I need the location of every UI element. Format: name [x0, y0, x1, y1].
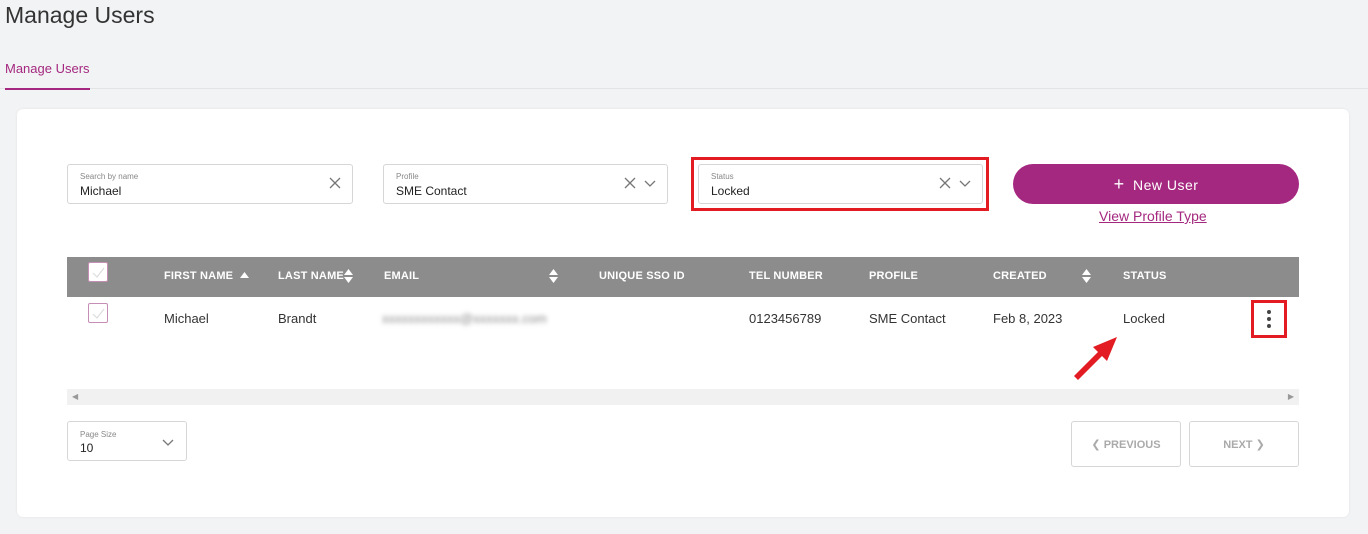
col-first-name[interactable]: FIRST NAME [164, 270, 233, 282]
col-created[interactable]: CREATED [993, 270, 1047, 282]
search-input[interactable]: Search by name Michael [67, 164, 353, 204]
search-label: Search by name [80, 172, 139, 181]
col-email[interactable]: EMAIL [384, 270, 419, 282]
tab-bar: Manage Users [0, 52, 1368, 90]
kebab-menu-icon[interactable] [1265, 310, 1273, 330]
new-user-button[interactable]: + New User [1013, 164, 1299, 204]
chevron-right-icon: ❯ [1255, 439, 1265, 451]
cell-email: xxxxxxxxxxxx@xxxxxxx.com [382, 311, 547, 326]
chevron-left-icon: ❮ [1091, 439, 1101, 451]
sort-asc-icon[interactable] [240, 272, 249, 279]
col-profile[interactable]: PROFILE [869, 270, 918, 282]
status-value: Locked [711, 184, 750, 198]
col-status[interactable]: STATUS [1123, 270, 1167, 282]
cell-profile: SME Contact [869, 311, 946, 326]
row-checkbox[interactable] [88, 303, 108, 323]
page-size-label: Page Size [80, 430, 117, 439]
col-unique-sso-id[interactable]: UNIQUE SSO ID [599, 270, 685, 282]
status-select[interactable]: Status Locked [698, 164, 983, 204]
scroll-right-icon[interactable]: ▶ [1288, 392, 1294, 401]
chevron-down-icon[interactable] [162, 435, 174, 453]
cell-created: Feb 8, 2023 [993, 311, 1063, 326]
checkmark-icon [92, 267, 105, 278]
cell-status: Locked [1123, 311, 1165, 326]
table-header: FIRST NAME LAST NAME EMAIL UNIQUE SSO ID… [67, 257, 1299, 297]
cell-first-name: Michael [164, 311, 209, 326]
chevron-down-icon[interactable] [958, 177, 972, 191]
sort-both-icon[interactable] [1082, 269, 1091, 284]
next-button[interactable]: NEXT ❯ [1189, 421, 1299, 467]
profile-value: SME Contact [396, 184, 467, 198]
sort-both-icon[interactable] [344, 269, 353, 284]
select-all-checkbox[interactable] [88, 262, 108, 282]
annotation-arrow [1074, 337, 1117, 380]
profile-select[interactable]: Profile SME Contact [383, 164, 668, 204]
next-label: NEXT [1223, 439, 1253, 451]
tab-manage-users[interactable]: Manage Users [5, 61, 90, 90]
plus-icon: + [1113, 174, 1125, 194]
cell-tel-number: 0123456789 [749, 311, 822, 326]
col-last-name[interactable]: LAST NAME [278, 270, 344, 282]
view-profile-type-link[interactable]: View Profile Type [1099, 208, 1207, 224]
scroll-left-icon[interactable]: ◀ [72, 392, 78, 401]
clear-icon[interactable] [328, 177, 342, 191]
search-value[interactable]: Michael [80, 184, 121, 198]
clear-icon[interactable] [623, 177, 637, 191]
page-size-select[interactable]: Page Size 10 [67, 421, 187, 461]
status-label: Status [711, 172, 734, 181]
profile-label: Profile [396, 172, 419, 181]
cell-last-name: Brandt [278, 311, 317, 326]
previous-button[interactable]: ❮ PREVIOUS [1071, 421, 1181, 467]
previous-label: PREVIOUS [1103, 439, 1161, 451]
clear-icon[interactable] [938, 177, 952, 191]
new-user-label: New User [1132, 177, 1199, 193]
col-tel-number[interactable]: TEL NUMBER [749, 270, 823, 282]
row-actions-highlight-box [1251, 300, 1287, 338]
checkmark-icon [92, 308, 105, 319]
chevron-down-icon[interactable] [643, 177, 657, 191]
horizontal-scrollbar[interactable]: ◀ ▶ [67, 389, 1299, 405]
page-title: Manage Users [5, 2, 155, 28]
page-size-value: 10 [80, 441, 94, 455]
sort-both-icon[interactable] [549, 269, 558, 284]
